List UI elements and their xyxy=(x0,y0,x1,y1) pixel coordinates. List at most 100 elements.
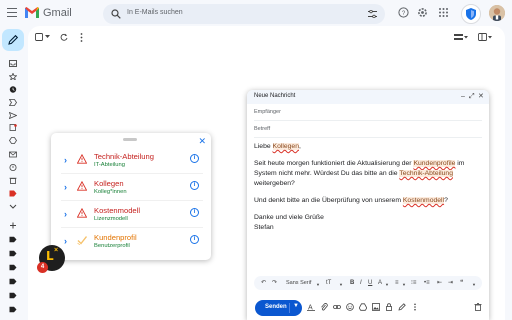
account-shield-icon[interactable] xyxy=(461,4,481,24)
search-bar[interactable]: In E-Mails suchen xyxy=(103,4,385,24)
suggested-term[interactable]: Benutzerprofil xyxy=(94,243,130,249)
density-icon[interactable] xyxy=(454,33,468,41)
settings-gear-icon[interactable] xyxy=(417,7,428,18)
close-icon[interactable]: ✕ xyxy=(198,136,206,146)
indent-more-icon[interactable]: ⇥ xyxy=(448,279,453,287)
chevron-right-icon[interactable]: › xyxy=(64,236,67,246)
create-label-plus-icon[interactable] xyxy=(9,222,17,229)
label-tag-icon[interactable] xyxy=(9,250,17,257)
label-tag-icon[interactable] xyxy=(9,264,17,271)
refresh-icon[interactable] xyxy=(60,33,68,41)
search-input[interactable]: In E-Mails suchen xyxy=(127,9,183,16)
confidential-mode-icon[interactable] xyxy=(385,303,393,311)
label-tag-icon[interactable] xyxy=(9,236,17,243)
quote-icon[interactable]: ❝ xyxy=(460,279,463,287)
chevron-right-icon[interactable]: › xyxy=(64,182,67,192)
scheduled-icon[interactable] xyxy=(9,137,17,144)
fullscreen-icon[interactable]: ⤢ xyxy=(469,92,475,102)
underline-icon[interactable]: U xyxy=(368,279,372,287)
suggestion-item[interactable]: › Kostenmodell Lizenzmodell i xyxy=(61,203,203,228)
text-size-icon[interactable]: tT xyxy=(326,279,331,287)
suggestion-item[interactable]: › Kundenprofil Benutzerprofil i xyxy=(61,230,203,255)
flagged-term: Technik-Abteilung xyxy=(94,152,154,161)
flagged-word[interactable]: Kundenprofile xyxy=(413,160,456,167)
input-tools-icon[interactable] xyxy=(478,33,493,41)
suggested-term[interactable]: IT-Abteilung xyxy=(94,162,125,168)
flagged-word[interactable]: Kostenmodell xyxy=(402,197,445,204)
more-vert-icon[interactable] xyxy=(80,33,83,42)
size-chevron-icon[interactable]: ▼ xyxy=(339,281,343,289)
menu-icon[interactable] xyxy=(7,8,17,17)
compose-header[interactable]: Neue Nachricht – ⤢ ✕ xyxy=(247,90,489,104)
label-tag-icon[interactable] xyxy=(9,306,17,313)
chevron-right-icon[interactable]: › xyxy=(64,209,67,219)
info-icon[interactable]: i xyxy=(190,154,199,163)
to-field[interactable]: Empfänger xyxy=(254,104,482,121)
align-icon[interactable]: ≡ xyxy=(395,279,399,287)
star-icon[interactable] xyxy=(9,73,17,80)
undo-icon[interactable]: ↶ xyxy=(261,279,266,287)
discard-trash-icon[interactable] xyxy=(474,303,482,311)
more-options-icon[interactable] xyxy=(411,303,419,311)
subject-field[interactable]: Betreff xyxy=(254,121,482,138)
redo-icon[interactable]: ↷ xyxy=(272,279,277,287)
align-chevron-icon[interactable]: ▼ xyxy=(402,281,406,289)
suggested-term[interactable]: Lizenzmodell xyxy=(94,216,128,222)
search-options-icon[interactable] xyxy=(368,10,377,18)
apps-grid-icon[interactable] xyxy=(438,7,449,18)
signature-pen-icon[interactable] xyxy=(398,303,406,311)
select-checkbox-icon[interactable] xyxy=(35,33,43,41)
message-body[interactable]: Liebe Kollegen, Seit heute morgen funkti… xyxy=(254,142,484,240)
send-button[interactable]: Senden ▼ xyxy=(255,300,302,316)
important-icon[interactable] xyxy=(9,99,17,106)
search-icon[interactable] xyxy=(111,9,121,19)
more-format-chevron-icon[interactable]: ▼ xyxy=(472,281,476,289)
indent-less-icon[interactable]: ⇤ xyxy=(437,279,442,287)
info-icon[interactable]: i xyxy=(190,181,199,190)
help-icon[interactable]: ? xyxy=(398,7,409,18)
numbered-list-icon[interactable]: ⁝≡ xyxy=(411,279,416,287)
select-dropdown-chevron-icon[interactable] xyxy=(45,35,50,39)
chevron-right-icon[interactable]: › xyxy=(64,155,67,165)
drafts-icon[interactable] xyxy=(9,124,17,131)
trash-icon[interactable] xyxy=(9,177,17,184)
all-mail-icon[interactable] xyxy=(9,151,17,158)
drag-handle[interactable] xyxy=(123,138,137,141)
label-tag-icon[interactable] xyxy=(9,292,17,299)
close-icon[interactable]: ✕ xyxy=(478,92,484,102)
send-options-chevron-icon[interactable]: ▼ xyxy=(293,303,299,309)
emoji-icon[interactable] xyxy=(346,303,354,311)
info-icon[interactable]: i xyxy=(190,208,199,217)
text-color-icon[interactable]: A xyxy=(378,279,382,287)
app-name[interactable]: Gmail xyxy=(43,7,72,19)
formatting-options-icon[interactable]: A xyxy=(307,303,315,311)
suggestion-item[interactable]: › Kollegen Kolleg*innen i xyxy=(61,176,203,201)
spam-icon[interactable] xyxy=(9,164,17,171)
inbox-icon[interactable] xyxy=(9,60,17,67)
sent-icon[interactable] xyxy=(9,112,17,119)
suggested-term[interactable]: Kolleg*innen xyxy=(94,189,127,195)
insert-link-icon[interactable] xyxy=(333,303,341,311)
avatar[interactable] xyxy=(489,5,505,21)
attach-file-icon[interactable] xyxy=(320,303,328,311)
font-chevron-icon[interactable]: ▼ xyxy=(316,281,320,289)
label-icon[interactable] xyxy=(9,190,17,197)
bold-icon[interactable]: B xyxy=(350,279,354,287)
flagged-word[interactable]: Technik-Abteilung xyxy=(399,170,453,177)
minimize-icon[interactable]: – xyxy=(461,92,465,102)
suggestion-item[interactable]: › Technik-Abteilung IT-Abteilung i xyxy=(61,149,203,174)
more-chevron-icon[interactable] xyxy=(9,203,17,210)
compose-window[interactable]: Neue Nachricht – ⤢ ✕ Empfänger Betreff L… xyxy=(247,90,489,320)
label-tag-icon[interactable] xyxy=(9,278,17,285)
bulleted-list-icon[interactable]: •≡ xyxy=(424,279,430,287)
color-chevron-icon[interactable]: ▼ xyxy=(385,281,389,289)
flagged-word[interactable]: Kollegen xyxy=(272,143,299,150)
gmail-logo-icon[interactable] xyxy=(24,6,40,19)
drive-icon[interactable] xyxy=(359,303,367,311)
info-icon[interactable]: i xyxy=(190,235,199,244)
italic-icon[interactable]: I xyxy=(360,279,362,287)
font-select[interactable]: Sans Serif xyxy=(286,279,311,287)
compose-button[interactable] xyxy=(2,29,24,51)
insert-photo-icon[interactable] xyxy=(372,303,380,311)
snoozed-clock-icon[interactable] xyxy=(9,86,17,93)
